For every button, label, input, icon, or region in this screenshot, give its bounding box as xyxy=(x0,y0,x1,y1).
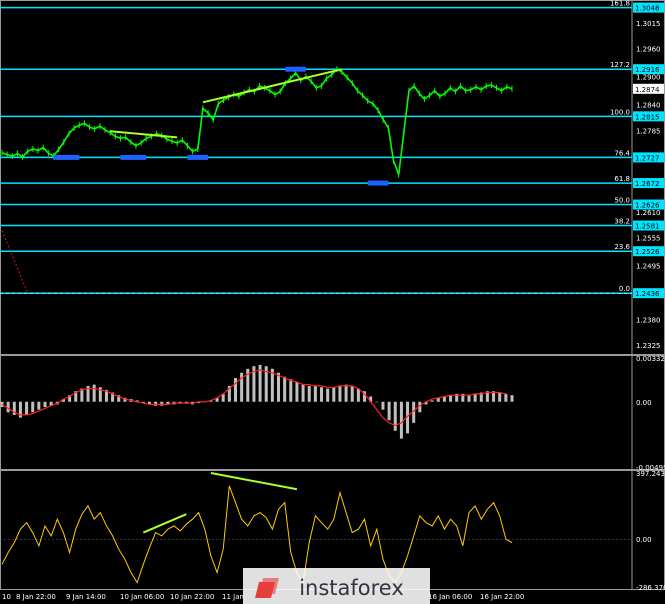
macd-bar xyxy=(154,401,158,406)
fib-price-box-label: 1.2581 xyxy=(635,223,660,231)
x-axis-label: 8 Jan 22:00 xyxy=(16,593,56,601)
macd-bar xyxy=(473,393,477,402)
macd-axis-label: 0.00332 xyxy=(636,355,665,363)
x-axis-label: 9 Jan 14:00 xyxy=(66,593,106,601)
macd-bar xyxy=(338,385,342,402)
macd-bar xyxy=(510,395,514,402)
macd-bar xyxy=(31,401,35,413)
logo-text: instaforex xyxy=(299,576,404,600)
panel-frame xyxy=(0,355,665,470)
price-axis-label: 1.2785 xyxy=(636,127,661,135)
fib-level-label: 50.0 xyxy=(614,197,630,205)
macd-bar xyxy=(449,395,453,402)
macd-bar xyxy=(43,401,47,408)
fib-price-box-label: 1.3048 xyxy=(635,5,660,13)
chart-root: 1.3048 1.3015 1.2960 1.29161.2900 1.2874 1.28… xyxy=(0,0,665,604)
cci-trend-line xyxy=(142,513,187,534)
fib-level-label: 23.6 xyxy=(614,243,630,251)
fib-level-label: 100.0 xyxy=(610,108,630,116)
panel-frame xyxy=(0,0,665,355)
price-axis-label: 1.2610 xyxy=(636,209,661,217)
x-axis-label: 10 Jan 22:00 xyxy=(170,593,214,601)
macd-bar xyxy=(332,387,336,402)
support-marker xyxy=(53,154,80,160)
fib-price-box-label: 1.2526 xyxy=(635,248,660,256)
price-axis-label: 1.2325 xyxy=(636,342,661,350)
cci-axis-label: 0.00 xyxy=(636,536,652,544)
price-axis-label: 1.2555 xyxy=(636,235,661,243)
macd-bar xyxy=(37,401,41,410)
fib-price-box-label: 1.2727 xyxy=(635,154,660,162)
x-axis-label: 10 Jan 06:00 xyxy=(120,593,164,601)
decline-line xyxy=(1,230,29,294)
macd-bar xyxy=(326,388,330,402)
support-marker xyxy=(367,180,389,186)
macd-bar xyxy=(295,381,299,402)
cci-axis-label: 397.2434 xyxy=(636,470,665,478)
macd-bar xyxy=(289,379,293,402)
price-axis-label: 1.2960 xyxy=(636,46,661,54)
current-price-label: 1.2874 xyxy=(635,86,660,94)
macd-bar xyxy=(375,401,379,403)
fib-price-box-label: 1.2436 xyxy=(635,290,660,298)
macd-bar xyxy=(467,395,471,402)
macd-bar xyxy=(277,372,281,402)
macd-bar xyxy=(399,401,403,439)
x-axis-label: 16 Jan 22:00 xyxy=(480,593,524,601)
macd-bar xyxy=(356,388,360,402)
macd-bar xyxy=(301,384,305,402)
macd-bar xyxy=(344,384,348,402)
x-axis-label: 16 Jan 06:00 xyxy=(428,593,472,601)
x-axis-label: 11 Jan xyxy=(222,593,244,601)
macd-bar xyxy=(92,384,96,402)
fib-level-label: 76.4 xyxy=(614,149,630,157)
logo-icon xyxy=(255,578,279,598)
fib-price-box-label: 1.2815 xyxy=(635,113,660,121)
macd-bar xyxy=(387,401,391,421)
macd-bar xyxy=(381,401,385,410)
price-axis-label: 1.3015 xyxy=(636,20,661,28)
cci-trend-line xyxy=(210,472,298,491)
support-marker xyxy=(285,66,306,72)
price-axis-label: 1.2495 xyxy=(636,263,661,271)
price-axis-label: 1.2900 xyxy=(636,74,661,82)
cci-axis-label: -286.3763 xyxy=(636,584,665,592)
fib-level-label: 161.8 xyxy=(610,0,630,8)
chart-canvas: 1.3048 1.3015 1.2960 1.29161.2900 1.2874 1.28… xyxy=(0,0,665,601)
macd-bar xyxy=(320,387,324,402)
fib-level-label: 0.0 xyxy=(619,285,630,293)
macd-bar xyxy=(307,385,311,402)
fib-price-box-label: 1.2672 xyxy=(635,180,660,188)
fib-price-box-label: 1.2626 xyxy=(635,202,660,210)
macd-bar xyxy=(350,385,354,402)
fib-level-label: 38.2 xyxy=(614,218,630,226)
price-axis-label: 1.2380 xyxy=(636,316,661,324)
macd-bar xyxy=(430,400,434,402)
macd-bar xyxy=(233,378,237,402)
watermark-logo: instaforex xyxy=(243,568,430,604)
macd-axis-label: 0.00 xyxy=(636,399,652,407)
fib-level-label: 127.2 xyxy=(610,61,630,69)
price-axis-label: 1.2840 xyxy=(636,102,661,110)
x-axis-label: 10 xyxy=(2,593,11,601)
support-marker xyxy=(187,154,209,160)
macd-bar xyxy=(498,392,502,402)
macd-bar xyxy=(160,401,164,406)
macd-bar xyxy=(25,401,29,415)
macd-bar xyxy=(283,376,287,402)
macd-bar xyxy=(504,393,508,402)
macd-bar xyxy=(313,385,317,402)
macd-bar xyxy=(393,401,397,431)
fib-price-box-label: 1.2916 xyxy=(635,66,660,74)
fib-level-label: 61.8 xyxy=(614,175,630,183)
support-marker xyxy=(120,154,147,160)
